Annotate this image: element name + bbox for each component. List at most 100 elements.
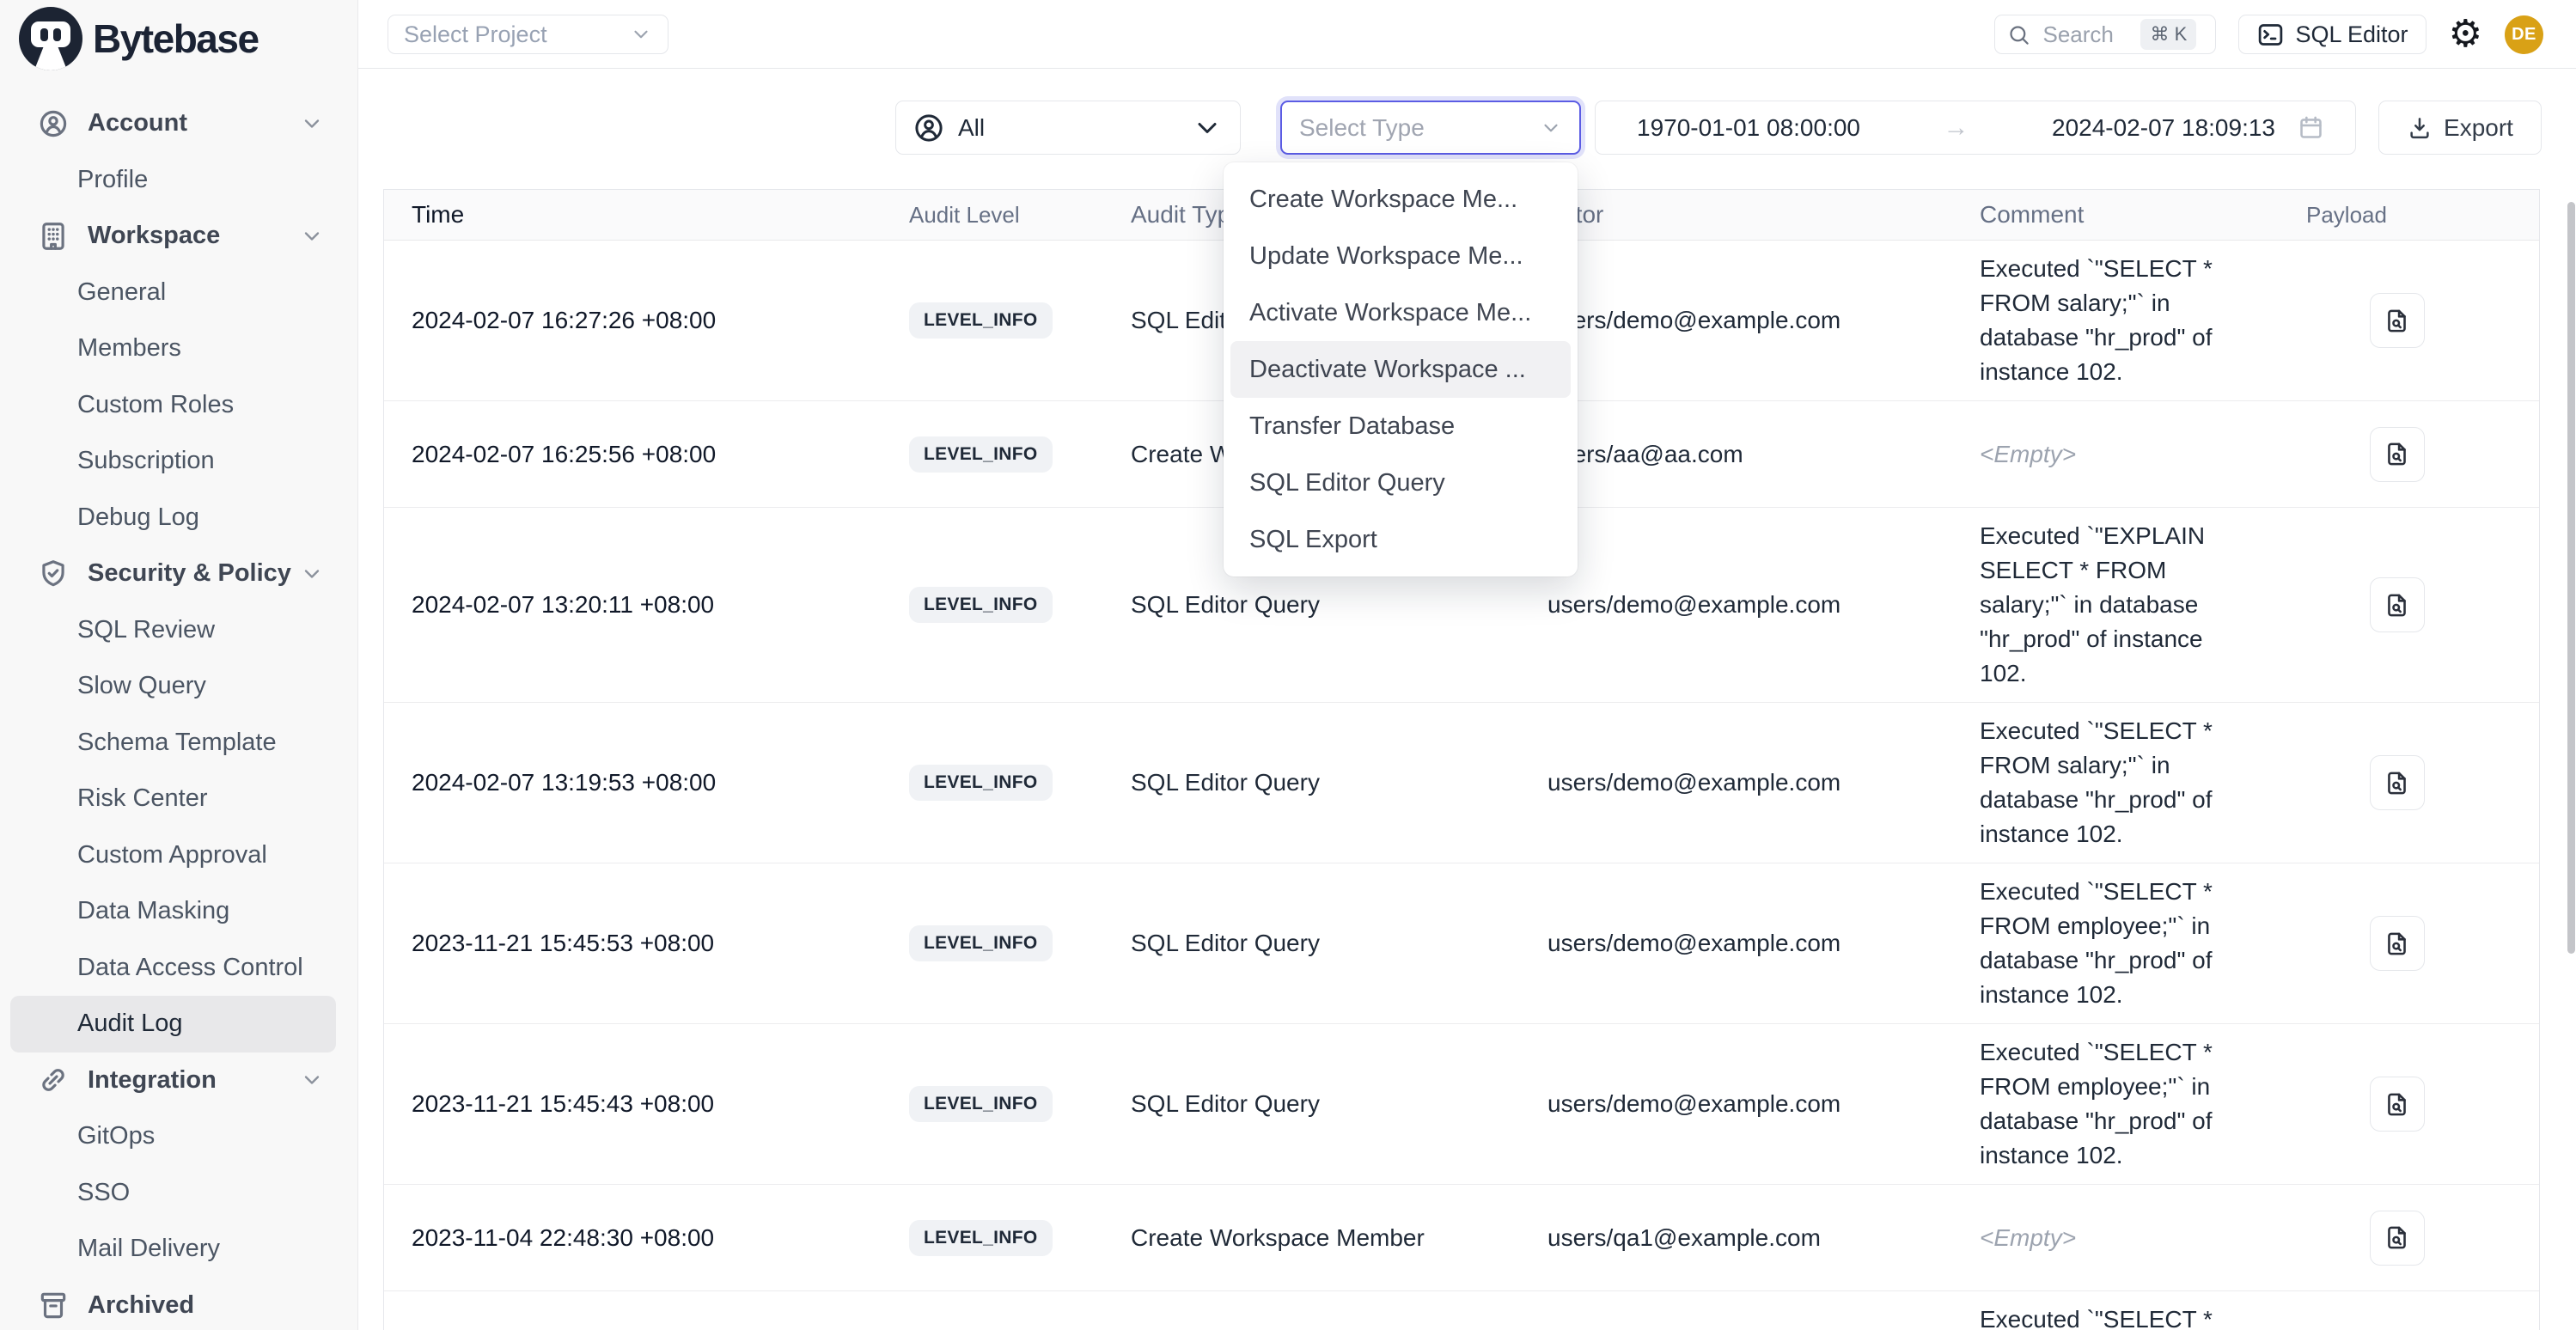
sidebar-item-slow-query[interactable]: Slow Query <box>10 658 336 715</box>
type-menu-item-transfer-database[interactable]: Transfer Database <box>1224 398 1578 455</box>
sidebar-item-label: Debug Log <box>77 503 199 532</box>
sidebar-item-label: SSO <box>77 1179 130 1207</box>
sidebar-item-label: Risk Center <box>77 784 208 813</box>
payload-view-button[interactable] <box>2370 916 2425 971</box>
audit-level-badge: LEVEL_INFO <box>909 587 1053 623</box>
sidebar-item-audit-log[interactable]: Audit Log <box>10 996 336 1052</box>
download-icon <box>2407 115 2433 141</box>
sidebar-item-label: Custom Roles <box>77 391 234 419</box>
sidebar-item-mail-delivery[interactable]: Mail Delivery <box>10 1221 336 1278</box>
sidebar-item-label: Data Masking <box>77 897 229 925</box>
type-filter-dropdown[interactable]: Select Type <box>1280 101 1581 155</box>
shield-icon <box>36 557 70 591</box>
file-search-icon <box>2384 1091 2410 1118</box>
audit-actor: users/demo@example.com <box>1535 307 1969 334</box>
sidebar-item-data-access-control[interactable]: Data Access Control <box>10 940 336 997</box>
audit-comment: Executed `"SELECT * FROM employee;"` in … <box>1969 1024 2255 1184</box>
brand-name: Bytebase <box>93 15 259 62</box>
column-header-actor: Actor <box>1535 201 1969 229</box>
type-menu-item-update-workspace-me[interactable]: Update Workspace Me... <box>1224 228 1578 284</box>
type-menu-item-sql-editor-query[interactable]: SQL Editor Query <box>1224 455 1578 511</box>
type-menu-item-activate-workspace-me[interactable]: Activate Workspace Me... <box>1224 284 1578 341</box>
audit-actor: users/aa@aa.com <box>1535 441 1969 468</box>
sidebar-item-general[interactable]: General <box>10 265 336 321</box>
audit-comment: Executed `"SELECT * FROM salary;"` in da… <box>1969 241 2255 400</box>
type-menu-item-sql-export[interactable]: SQL Export <box>1224 511 1578 568</box>
sidebar-item-label: Mail Delivery <box>77 1235 220 1263</box>
sidebar-item-gitops[interactable]: GitOps <box>10 1108 336 1165</box>
export-label: Export <box>2444 114 2513 142</box>
bytebase-logo[interactable]: Bytebase <box>19 7 259 70</box>
chevron-down-icon <box>630 23 652 46</box>
audit-time: 2024-02-07 13:20:11 +08:00 <box>384 591 893 619</box>
payload-view-button[interactable] <box>2370 293 2425 348</box>
sidebar-item-sso[interactable]: SSO <box>10 1165 336 1222</box>
user-circle-icon <box>913 113 944 143</box>
sidebar-nav: Account Profile Workspace General Member… <box>0 95 357 1330</box>
sidebar-item-label: Members <box>77 334 181 363</box>
sidebar-item-members[interactable]: Members <box>10 320 336 377</box>
bytebase-app: Bytebase Account Profile Workspace Gener… <box>0 0 2576 1330</box>
sidebar-item-profile[interactable]: Profile <box>10 152 336 209</box>
sidebar-item-security-policy[interactable]: Security & Policy <box>10 546 336 602</box>
payload-view-button[interactable] <box>2370 577 2425 632</box>
audit-level-badge: LEVEL_INFO <box>909 765 1053 801</box>
type-menu-item-deactivate-workspace[interactable]: Deactivate Workspace ... <box>1230 341 1571 398</box>
table-row: 2023-11-04 21:26:34 +08:00 LEVEL_INFO SQ… <box>384 1290 2539 1330</box>
sidebar-item-subscription[interactable]: Subscription <box>10 433 336 490</box>
type-menu-item-create-workspace-me[interactable]: Create Workspace Me... <box>1224 171 1578 228</box>
sidebar-item-sql-review[interactable]: SQL Review <box>10 602 336 659</box>
type-filter-menu: Create Workspace Me... Update Workspace … <box>1224 162 1578 577</box>
audit-log-filters: All Select Type 1970-01-01 08:00:00 → 20… <box>0 101 2576 155</box>
bytebase-logo-icon <box>19 7 82 70</box>
audit-actor: users/demo@example.com <box>1535 930 1969 957</box>
sidebar-item-schema-template[interactable]: Schema Template <box>10 715 336 772</box>
audit-time: 2023-11-21 15:45:43 +08:00 <box>384 1090 893 1118</box>
sidebar-item-custom-roles[interactable]: Custom Roles <box>10 377 336 434</box>
sidebar-item-label: Profile <box>77 166 148 194</box>
sidebar-item-label: Slow Query <box>77 672 206 700</box>
export-button[interactable]: Export <box>2378 101 2542 155</box>
audit-comment: Executed `"SELECT * FROM employee;"` in … <box>1969 863 2255 1023</box>
column-header-comment: Comment <box>1969 198 2255 232</box>
date-range-picker[interactable]: 1970-01-01 08:00:00 → 2024-02-07 18:09:1… <box>1595 101 2356 155</box>
sidebar-item-debug-log[interactable]: Debug Log <box>10 490 336 546</box>
project-select-dropdown[interactable]: Select Project <box>388 15 668 54</box>
gear-icon[interactable]: ⚙ <box>2449 15 2482 53</box>
sidebar-item-custom-approval[interactable]: Custom Approval <box>10 827 336 884</box>
topbar-actions: ⌘ K SQL Editor ⚙ DE <box>1994 15 2543 54</box>
terminal-icon <box>2256 21 2285 49</box>
file-search-icon <box>2384 930 2410 957</box>
audit-time: 2023-11-21 15:45:53 +08:00 <box>384 930 893 957</box>
topbar-divider <box>358 68 2576 69</box>
payload-view-button[interactable] <box>2370 755 2425 810</box>
audit-type: SQL Editor Query <box>1114 769 1535 796</box>
sidebar-item-data-masking[interactable]: Data Masking <box>10 883 336 940</box>
chevron-down-icon <box>1540 117 1562 139</box>
sidebar-item-risk-center[interactable]: Risk Center <box>10 771 336 827</box>
sidebar-item-label: Schema Template <box>77 729 277 757</box>
actor-filter-dropdown[interactable]: All <box>895 101 1241 155</box>
sidebar-item-label: Custom Approval <box>77 841 267 869</box>
payload-view-button[interactable] <box>2370 1211 2425 1266</box>
avatar[interactable]: DE <box>2505 15 2543 54</box>
sidebar-item-integration[interactable]: Integration <box>10 1052 336 1109</box>
date-from-value: 1970-01-01 08:00:00 <box>1637 114 1860 142</box>
sidebar-item-label: Archived <box>88 1291 194 1320</box>
sidebar-item-label: Audit Log <box>77 1010 183 1038</box>
project-select-placeholder: Select Project <box>404 21 547 48</box>
audit-type: SQL Editor Query <box>1114 930 1535 957</box>
vertical-scrollbar-thumb[interactable] <box>2567 202 2575 954</box>
sql-editor-button[interactable]: SQL Editor <box>2238 15 2426 54</box>
global-search[interactable]: ⌘ K <box>1994 15 2216 54</box>
sidebar-item-archived[interactable]: Archived <box>10 1278 336 1330</box>
search-input[interactable] <box>2041 21 2130 49</box>
payload-view-button[interactable] <box>2370 427 2425 482</box>
sidebar-item-workspace[interactable]: Workspace <box>10 208 336 265</box>
file-search-icon <box>2384 441 2410 467</box>
audit-actor: users/demo@example.com <box>1535 591 1969 619</box>
audit-level-badge: LEVEL_INFO <box>909 436 1053 473</box>
sql-editor-label: SQL Editor <box>2295 21 2408 48</box>
payload-view-button[interactable] <box>2370 1077 2425 1132</box>
audit-time: 2024-02-07 13:19:53 +08:00 <box>384 769 893 796</box>
